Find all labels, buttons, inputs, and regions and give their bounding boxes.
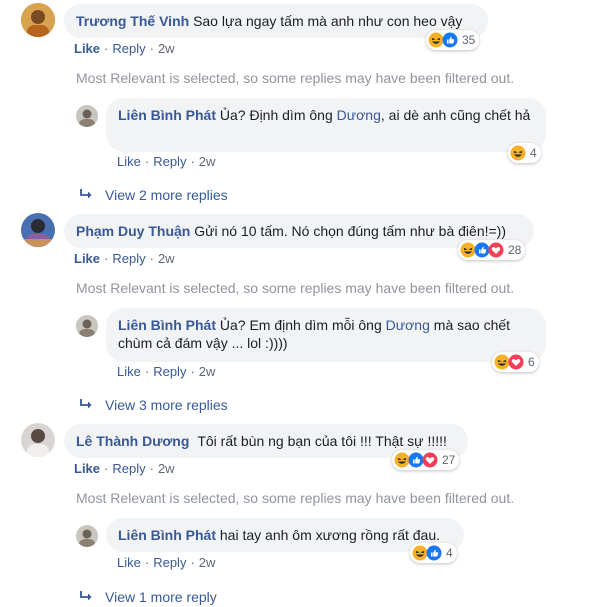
like-button[interactable]: Like (117, 154, 141, 169)
reply-author[interactable]: Liên Bình Phát (118, 527, 216, 543)
reaction-summary[interactable]: 35 (426, 30, 480, 50)
filter-notice: Most Relevant is selected, so some repli… (76, 280, 515, 296)
like-thumb-icon (442, 32, 458, 48)
reaction-summary[interactable]: 27 (392, 450, 460, 470)
timestamp[interactable]: 2w (199, 364, 216, 379)
reply-avatar[interactable] (76, 315, 98, 337)
reply-author[interactable]: Liên Bình Phát (118, 317, 216, 333)
reaction-count: 4 (446, 546, 453, 560)
reply-arrow-icon (80, 590, 93, 605)
reply-text: Ủa? Định dìm ông (219, 107, 337, 123)
comment-text: Sao lựa ngay tấm mà anh như con heo vậy (193, 13, 463, 29)
commenter-avatar[interactable] (21, 3, 55, 37)
like-button[interactable]: Like (74, 251, 100, 266)
reaction-count: 35 (462, 33, 476, 47)
reply-button[interactable]: Reply (112, 461, 145, 476)
view-more-label[interactable]: View 3 more replies (105, 397, 228, 413)
reply-bubble: Liên Bình Phát hai tay anh ôm xương rồng… (106, 518, 464, 552)
comment-text: Tôi rất bùn ng bạn của tôi !!! Thật sự !… (197, 433, 447, 449)
love-heart-icon (488, 242, 504, 258)
timestamp[interactable]: 2w (158, 251, 175, 266)
reaction-summary[interactable]: 6 (492, 352, 539, 372)
reaction-summary[interactable]: 4 (410, 543, 457, 563)
comment-author[interactable]: Phạm Duy Thuận (76, 223, 190, 239)
commenter-avatar[interactable] (21, 423, 55, 457)
filter-notice: Most Relevant is selected, so some repli… (76, 70, 515, 86)
reaction-count: 28 (508, 243, 522, 257)
like-thumb-icon (426, 545, 442, 561)
love-heart-icon (508, 354, 524, 370)
reply-button[interactable]: Reply (153, 555, 186, 570)
reaction-count: 6 (528, 355, 535, 369)
comment-author[interactable]: Trương Thế Vinh (76, 13, 189, 29)
haha-emoji-icon (510, 145, 526, 161)
view-more-label[interactable]: View 2 more replies (105, 187, 228, 203)
comment-text: Gửi nó 10 tấm. Nó chọn đúng tấm như bà đ… (194, 223, 507, 239)
view-more-label[interactable]: View 1 more reply (105, 589, 217, 605)
comment-author[interactable]: Lê Thành Dương (76, 433, 189, 449)
reply-button[interactable]: Reply (153, 154, 186, 169)
view-more-replies[interactable]: View 2 more replies (80, 187, 228, 203)
view-more-replies[interactable]: View 3 more replies (80, 397, 228, 413)
reply-button[interactable]: Reply (112, 251, 145, 266)
love-heart-icon (422, 452, 438, 468)
reply-avatar[interactable] (76, 105, 98, 127)
filter-notice: Most Relevant is selected, so some repli… (76, 490, 515, 506)
comment-bubble: Trương Thế Vinh Sao lựa ngay tấm mà anh … (64, 4, 488, 38)
like-button[interactable]: Like (117, 364, 141, 379)
reaction-count: 4 (530, 146, 537, 160)
reply-actions: Like · Reply · 2w (117, 555, 216, 570)
reply-text: hai tay anh ôm xương rồng rất đau. (219, 527, 441, 543)
reply-bubble: Liên Bình Phát Ủa? Em định dìm mỗi ông D… (106, 308, 546, 362)
mention-link[interactable]: Dương (386, 317, 430, 333)
comment-actions: Like · Reply · 2w (74, 251, 175, 266)
reply-avatar[interactable] (76, 525, 98, 547)
timestamp[interactable]: 2w (199, 154, 216, 169)
comment-actions: Like · Reply · 2w (74, 41, 175, 56)
view-more-replies[interactable]: View 1 more reply (80, 589, 217, 605)
comment-actions: Like · Reply · 2w (74, 461, 175, 476)
reply-actions: Like · Reply · 2w (117, 154, 216, 169)
reply-arrow-icon (80, 188, 93, 203)
timestamp[interactable]: 2w (199, 555, 216, 570)
reply-button[interactable]: Reply (112, 41, 145, 56)
commenter-avatar[interactable] (21, 213, 55, 247)
reply-actions: Like · Reply · 2w (117, 364, 216, 379)
like-button[interactable]: Like (74, 41, 100, 56)
reply-bubble: Liên Bình Phát Ủa? Định dìm ông Dương, a… (106, 98, 546, 152)
like-button[interactable]: Like (117, 555, 141, 570)
reply-arrow-icon (80, 398, 93, 413)
timestamp[interactable]: 2w (158, 41, 175, 56)
like-button[interactable]: Like (74, 461, 100, 476)
reply-text: Ủa? Em định dìm mỗi ông (219, 317, 386, 333)
mention-link[interactable]: Dương (337, 107, 381, 123)
reply-author[interactable]: Liên Bình Phát (118, 107, 216, 123)
reaction-summary[interactable]: 4 (508, 143, 541, 163)
reply-text-cont: , ai dè anh cũng chết hả (380, 107, 531, 123)
timestamp[interactable]: 2w (158, 461, 175, 476)
reaction-count: 27 (442, 453, 456, 467)
reaction-summary[interactable]: 28 (458, 240, 526, 260)
reply-button[interactable]: Reply (153, 364, 186, 379)
